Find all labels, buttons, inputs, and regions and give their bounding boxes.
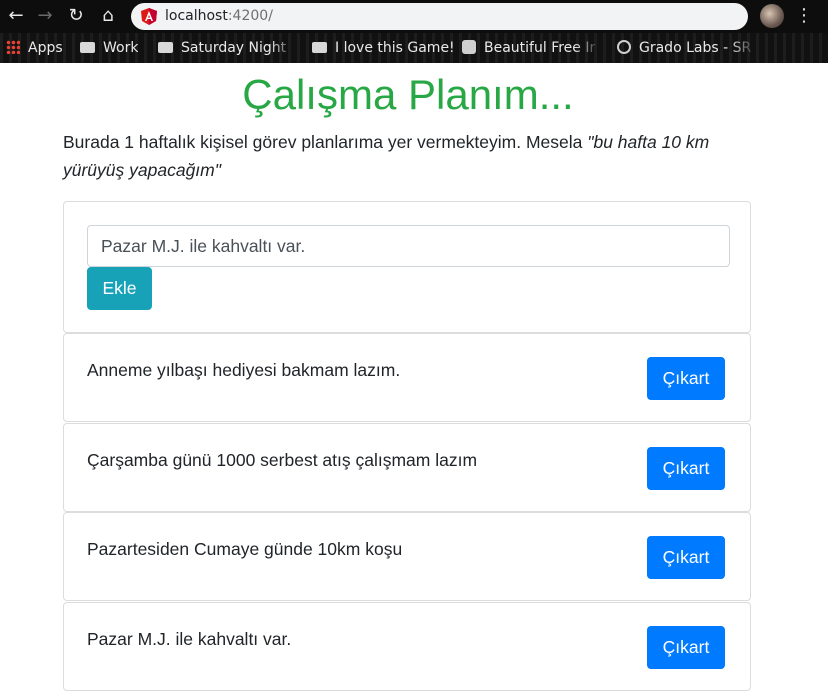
url-host: localhost <box>165 8 228 24</box>
url-text: localhost:4200/ <box>165 3 273 30</box>
camera-icon <box>462 40 476 54</box>
intro-paragraph: Burada 1 haftalık kişisel görev planları… <box>63 128 753 184</box>
bookmark-label: I love this Game! <box>335 40 455 56</box>
remove-button[interactable]: Çıkart <box>647 447 725 490</box>
remove-button[interactable]: Çıkart <box>647 357 725 400</box>
globe-icon <box>617 40 631 54</box>
bookmark-saturday-night[interactable]: Saturday Night <box>158 33 298 63</box>
folder-icon <box>80 41 95 53</box>
page-title: Çalışma Planım... <box>242 71 574 118</box>
browser-toolbar: ← → ↻ ⌂ localhost:4200/ ⋮ <box>0 0 828 33</box>
bookmark-i-love-this-game[interactable]: I love this Game! <box>312 33 455 63</box>
folder-icon <box>158 41 173 53</box>
menu-dots-icon[interactable]: ⋮ <box>794 4 814 28</box>
back-arrow-icon[interactable]: ← <box>4 4 28 28</box>
url-port: :4200/ <box>227 8 273 24</box>
task-text: Pazar M.J. ile kahvaltı var. <box>87 629 292 649</box>
add-button[interactable]: Ekle <box>87 267 152 310</box>
task-text: Pazartesiden Cumaye günde 10km koşu <box>87 539 403 559</box>
task-input[interactable] <box>87 225 730 267</box>
task-card: Çarşamba günü 1000 serbest atış çalışmam… <box>63 423 751 512</box>
bookmark-beautiful-free[interactable]: Beautiful Free Ir <box>462 33 602 63</box>
task-card: Pazartesiden Cumaye günde 10km koşu Çıka… <box>63 512 751 601</box>
angular-logo-icon <box>141 8 157 25</box>
bookmark-label: Work <box>103 40 139 56</box>
task-card: Anneme yılbaşı hediyesi bakmam lazım. Çı… <box>63 333 751 422</box>
bookmark-work[interactable]: Work <box>80 33 138 63</box>
forward-arrow-icon[interactable]: → <box>33 4 57 28</box>
home-icon[interactable]: ⌂ <box>96 4 120 28</box>
bookmark-label: Grado Labs - SR <box>639 40 752 56</box>
task-text: Çarşamba günü 1000 serbest atış çalışmam… <box>87 450 478 470</box>
bookmark-label: Apps <box>28 40 63 56</box>
remove-button[interactable]: Çıkart <box>647 626 725 669</box>
apps-grid-icon <box>6 40 20 54</box>
bookmark-grado-labs[interactable]: Grado Labs - SR <box>617 33 757 63</box>
bookmark-apps[interactable]: Apps <box>6 33 63 63</box>
bookmark-label: Beautiful Free Ir <box>484 40 596 56</box>
task-card: Pazar M.J. ile kahvaltı var. Çıkart <box>63 602 751 691</box>
task-text: Anneme yılbaşı hediyesi bakmam lazım. <box>87 360 401 380</box>
intro-text: Burada 1 haftalık kişisel görev planları… <box>63 132 588 152</box>
address-bar[interactable]: localhost:4200/ <box>131 3 748 30</box>
reload-icon[interactable]: ↻ <box>64 4 88 28</box>
bookmark-label: Saturday Night <box>181 40 287 56</box>
folder-icon <box>312 41 327 53</box>
add-task-card: Ekle <box>63 201 751 333</box>
profile-avatar[interactable] <box>760 4 784 28</box>
bookmarks-bar: Apps Work Saturday Night I love this Gam… <box>0 33 828 63</box>
remove-button[interactable]: Çıkart <box>647 536 725 579</box>
